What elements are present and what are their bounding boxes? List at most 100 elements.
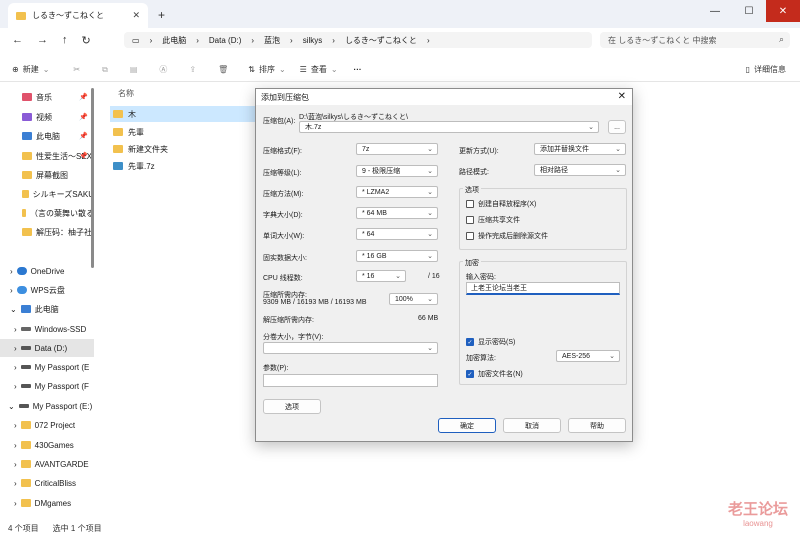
sort-button[interactable]: ⇅ 排序 ⌄ — [248, 64, 285, 75]
drive-icon — [20, 327, 31, 331]
password-input[interactable]: 上老王论坛当老王 — [466, 282, 620, 295]
up-icon[interactable]: ↑ — [62, 34, 68, 47]
refresh-icon[interactable]: ↻ — [82, 34, 91, 47]
sidebar-item-folder[interactable]: シルキーズSAKU — [0, 185, 94, 203]
view-button[interactable]: ☰ 查看 ⌄ — [300, 64, 338, 75]
sidebar-item-drive[interactable]: › My Passport (E — [0, 358, 94, 376]
rename-icon[interactable]: Ⓐ — [159, 64, 167, 75]
item-count: 4 个项目 — [8, 523, 39, 533]
sidebar-item-this-pc[interactable]: 此电脑 📌 — [0, 127, 94, 145]
sidebar-item-drive[interactable]: › My Passport (F — [0, 377, 94, 395]
browse-button[interactable]: ... — [608, 120, 626, 134]
navigation-pane: 音乐 📌 视频 📌 此电脑 📌 性爱生活～SEX 📌 屏幕截图 シルキーズSAKU （言… — [0, 84, 96, 520]
sidebar-item-videos[interactable]: 视频 📌 — [0, 108, 94, 126]
close-button[interactable]: ✕ — [766, 0, 800, 22]
list-item[interactable]: 先輩 — [110, 124, 256, 140]
enc-method-select[interactable]: AES-256 ⌄ — [556, 350, 620, 362]
cut-icon[interactable]: ✂ — [73, 65, 80, 74]
word-select[interactable]: * 64 ⌄ — [356, 228, 438, 240]
split-combo[interactable]: ⌄ — [263, 342, 438, 354]
paste-icon[interactable]: ▤ — [130, 65, 138, 74]
params-input[interactable] — [263, 374, 438, 387]
sidebar-item-folder[interactable]: 性爱生活～SEX 📌 — [0, 147, 94, 165]
sidebar-item-folder[interactable]: 解压码：柚子社 — [0, 223, 94, 241]
breadcrumb[interactable]: ▭ › 此电脑 › Data (D:) › 蓝泡 › silkys › しるき～… — [124, 32, 592, 48]
sidebar-item-folder[interactable]: › CriticalBliss — [0, 474, 94, 492]
sidebar-item-onedrive[interactable]: › OneDrive — [0, 262, 94, 280]
sfx-checkbox[interactable]: 创建自释放程序(X) — [466, 199, 536, 209]
threads-max: / 16 — [428, 273, 440, 280]
copy-icon[interactable]: ⧉ — [102, 65, 108, 75]
ok-button[interactable]: 确定 — [438, 418, 496, 433]
sidebar-item-folder[interactable]: （言の葉舞い散る — [0, 204, 94, 222]
chevron-down-icon: ⌄ — [427, 189, 433, 196]
sidebar-item-drive[interactable]: › Data (D:) — [0, 339, 94, 357]
breadcrumb-item[interactable]: Data (D:) — [209, 36, 241, 45]
tab-current[interactable]: しるき～ずこねくと ✕ — [8, 3, 148, 28]
share-icon[interactable]: ⇪ — [189, 65, 196, 74]
folder-icon — [20, 479, 31, 487]
archive-name-combo[interactable]: 木.7z ⌄ — [299, 121, 599, 133]
new-button[interactable]: ⊕ 新建 ⌄ — [12, 64, 49, 75]
sidebar-item-folder[interactable]: › DMgames — [0, 494, 94, 512]
sidebar-item-music[interactable]: 音乐 📌 — [0, 88, 94, 106]
dict-label: 字典大小(D): — [263, 212, 303, 219]
dialog-title: 添加到压缩包 — [261, 92, 309, 102]
delete-source-checkbox[interactable]: 操作完成后删除源文件 — [466, 231, 548, 241]
encrypt-names-checkbox[interactable]: ✓ 加密文件名(N) — [466, 369, 523, 379]
column-header-name[interactable]: 名称 — [118, 88, 134, 99]
list-item[interactable]: 先輩.7z — [110, 158, 256, 174]
level-select[interactable]: 9 - 极限压缩 ⌄ — [356, 165, 438, 177]
shared-checkbox[interactable]: 压缩共享文件 — [466, 215, 520, 225]
sidebar-item-folder[interactable]: 屏幕截图 — [0, 166, 94, 184]
tab-close-icon[interactable]: ✕ — [132, 10, 140, 21]
chevron-down-icon: ⌄ — [615, 167, 621, 174]
update-select[interactable]: 添加并替换文件 ⌄ — [534, 143, 626, 155]
help-button[interactable]: 帮助 — [568, 418, 626, 433]
format-select[interactable]: 7z ⌄ — [356, 143, 438, 155]
chevron-down-icon: ⌄ — [615, 146, 621, 153]
options-button[interactable]: 选项 — [263, 399, 321, 414]
close-icon[interactable]: ✕ — [618, 91, 626, 102]
sidebar-item-folder[interactable]: › 072 Project — [0, 416, 94, 434]
chevron-down-icon: ⌄ — [427, 345, 433, 352]
show-password-checkbox[interactable]: ✓ 显示密码(S) — [466, 337, 515, 347]
list-item[interactable]: 木 — [110, 106, 256, 122]
threads-select[interactable]: * 16 ⌄ — [356, 270, 406, 282]
chevron-down-icon: ⌄ — [588, 124, 594, 131]
back-icon[interactable]: ← — [12, 34, 23, 47]
breadcrumb-item[interactable]: silkys — [303, 36, 323, 45]
sidebar-scrollbar[interactable] — [91, 88, 94, 268]
chevron-down-icon: ⌄ — [427, 296, 433, 303]
delete-icon[interactable]: 🗑 — [218, 65, 228, 74]
search-input[interactable]: 在 しるき～ずこねくと 中搜索 ⌕ — [600, 32, 790, 48]
more-button[interactable]: ··· — [354, 65, 362, 74]
watermark-subtext: laowang — [743, 519, 773, 528]
method-select[interactable]: * LZMA2 ⌄ — [356, 186, 438, 198]
forward-icon[interactable]: → — [37, 34, 48, 47]
password-label: 输入密码: — [466, 274, 496, 281]
breadcrumb-item[interactable]: しるき～ずこねくと — [345, 35, 417, 46]
sidebar-item-folder[interactable]: › 430Games — [0, 436, 94, 454]
sidebar-item-this-pc[interactable]: ⌄ 此电脑 — [0, 300, 94, 318]
sidebar-item-wps[interactable]: › WPS云盘 — [0, 281, 94, 299]
sidebar-item-drive[interactable]: ⌄ My Passport (E:) — [0, 397, 94, 415]
cancel-button[interactable]: 取消 — [503, 418, 561, 433]
details-button[interactable]: ▯ 详细信息 — [746, 64, 786, 75]
drive-icon — [18, 404, 29, 408]
new-tab-button[interactable]: + — [158, 8, 165, 22]
breadcrumb-item[interactable]: 此电脑 — [162, 35, 186, 46]
pin-icon: 📌 — [79, 94, 88, 101]
computer-icon — [22, 132, 32, 140]
list-item[interactable]: 新建文件夹 — [110, 141, 256, 157]
pathmode-select[interactable]: 相对路径 ⌄ — [534, 164, 626, 176]
sidebar-item-folder[interactable]: › AVANTGARDE — [0, 455, 94, 473]
solid-select[interactable]: * 16 GB ⌄ — [356, 250, 438, 262]
enc-method-label: 加密算法: — [466, 355, 496, 362]
minimize-button[interactable]: — — [698, 0, 732, 22]
maximize-button[interactable]: ☐ — [732, 0, 766, 22]
breadcrumb-item[interactable]: 蓝泡 — [264, 35, 280, 46]
dict-select[interactable]: * 64 MB ⌄ — [356, 207, 438, 219]
sidebar-item-drive[interactable]: › Windows-SSD — [0, 320, 94, 338]
mem-percent-select[interactable]: 100% ⌄ — [389, 293, 438, 305]
